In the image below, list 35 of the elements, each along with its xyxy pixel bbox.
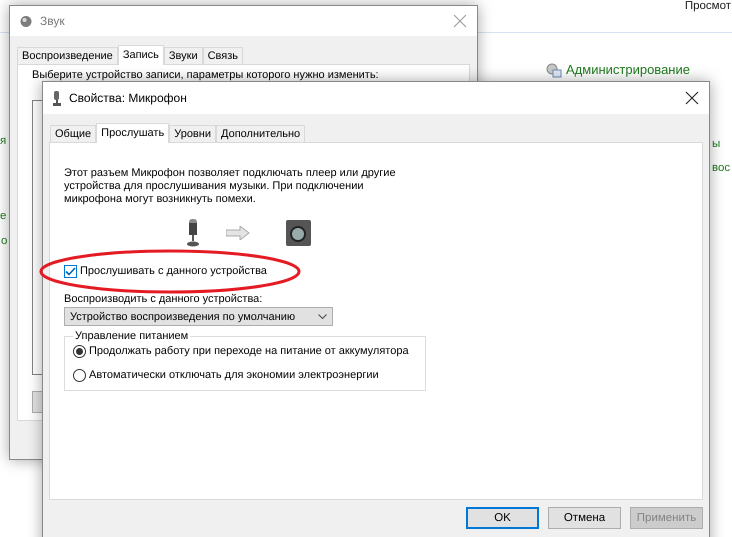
dialog-title: Свойства: Микрофон [69,91,188,105]
microphone-icon [186,219,200,247]
link-fragment: ы [712,138,720,150]
dialog-button[interactable]: Отмена [548,507,621,529]
tab[interactable]: Прослушать [96,123,170,143]
dialog-button[interactable]: OK [466,507,539,529]
microphone-icon [53,90,61,106]
tab[interactable]: Звуки [164,47,203,64]
tab[interactable]: Воспроизведение [17,47,118,64]
admin-link[interactable]: Администрирование [566,62,690,77]
description-text: Этот разъем Микрофон позволяет подключать плеер или другие устройства для прослушивания музыки. При подключении микрофона могут возникнуть помехи. [64,167,397,206]
playback-label: Воспроизводить с данного устройства: [64,292,262,306]
chevron-icon [318,314,327,319]
arrow-icon [226,226,250,240]
playback-dropdown[interactable]: Устройство воспроизведения по умолчанию [64,307,333,326]
link-fragment: я [0,135,6,147]
radio-button[interactable] [73,345,86,358]
checkbox-label: Прослушивать с данного устройства [80,264,267,278]
close-icon[interactable] [685,91,699,105]
tab[interactable]: Запись [118,45,164,65]
link-fragment: о [1,235,8,247]
tab[interactable]: Уровни [169,125,216,142]
view-label: Просмот [684,0,731,12]
tab[interactable]: Общие [50,125,96,142]
group-title: Управление питанием [74,330,190,342]
link-fragment: е [0,210,6,222]
prompt-text: Выберите устройство записи, параметры которого нужно изменить: [32,68,379,82]
tab[interactable]: Связь [202,47,244,64]
radio-button[interactable] [73,369,86,382]
radio-label: Продолжать работу при переходе на питание от аккумулятора [89,344,410,358]
checkbox[interactable] [64,264,77,278]
tab[interactable]: Дополнительно [216,125,306,142]
radio-label: Автоматически отключать для экономии электроэнергии [89,368,380,382]
window-title: Звук [40,14,66,28]
link-fragment: вос [712,162,730,174]
